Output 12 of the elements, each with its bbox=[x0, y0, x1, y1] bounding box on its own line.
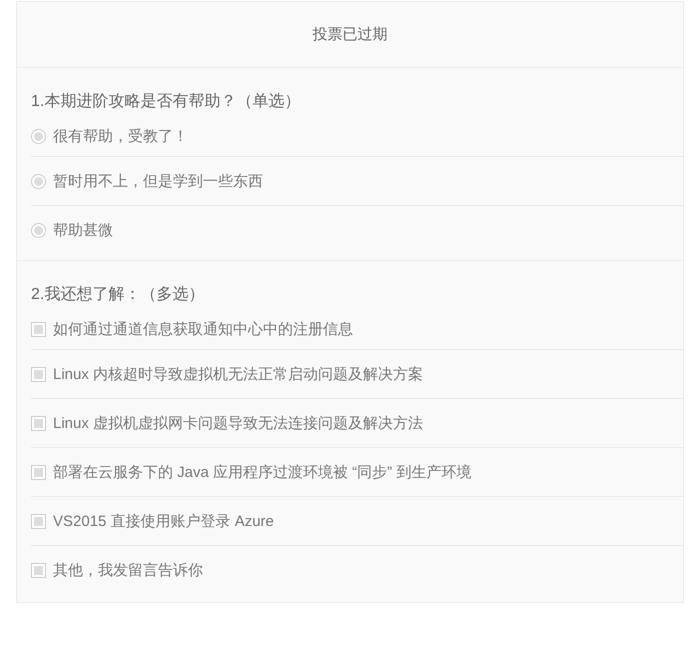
option-label: 如何通过通道信息获取通知中心中的注册信息 bbox=[53, 320, 353, 338]
option-label: Linux 内核超时导致虚拟机无法正常启动问题及解决方案 bbox=[53, 364, 424, 384]
question-title: 2.我还想了解：（多选） bbox=[31, 284, 206, 305]
vote-status-title: 投票已过期 bbox=[312, 25, 388, 44]
option-label: 其他，我发留言告诉你 bbox=[53, 560, 203, 580]
option-label: 部署在云服务下的 Java 应用程序过渡环境被 “同步” 到生产环境 bbox=[53, 462, 472, 482]
option-label: 很有帮助，受教了！ bbox=[53, 126, 188, 146]
option-label: 暂时用不上，但是学到一些东西 bbox=[53, 172, 263, 190]
question-title: 1.本期进阶攻略是否有帮助？（单选） bbox=[31, 92, 302, 112]
option-label: 帮助甚微 bbox=[53, 220, 113, 240]
option-label: VS2015 直接使用账户登录 Azure bbox=[53, 512, 274, 530]
option-label: Linux 虚拟机虚拟网卡问题导致无法连接问题及解决方法 bbox=[53, 414, 424, 432]
